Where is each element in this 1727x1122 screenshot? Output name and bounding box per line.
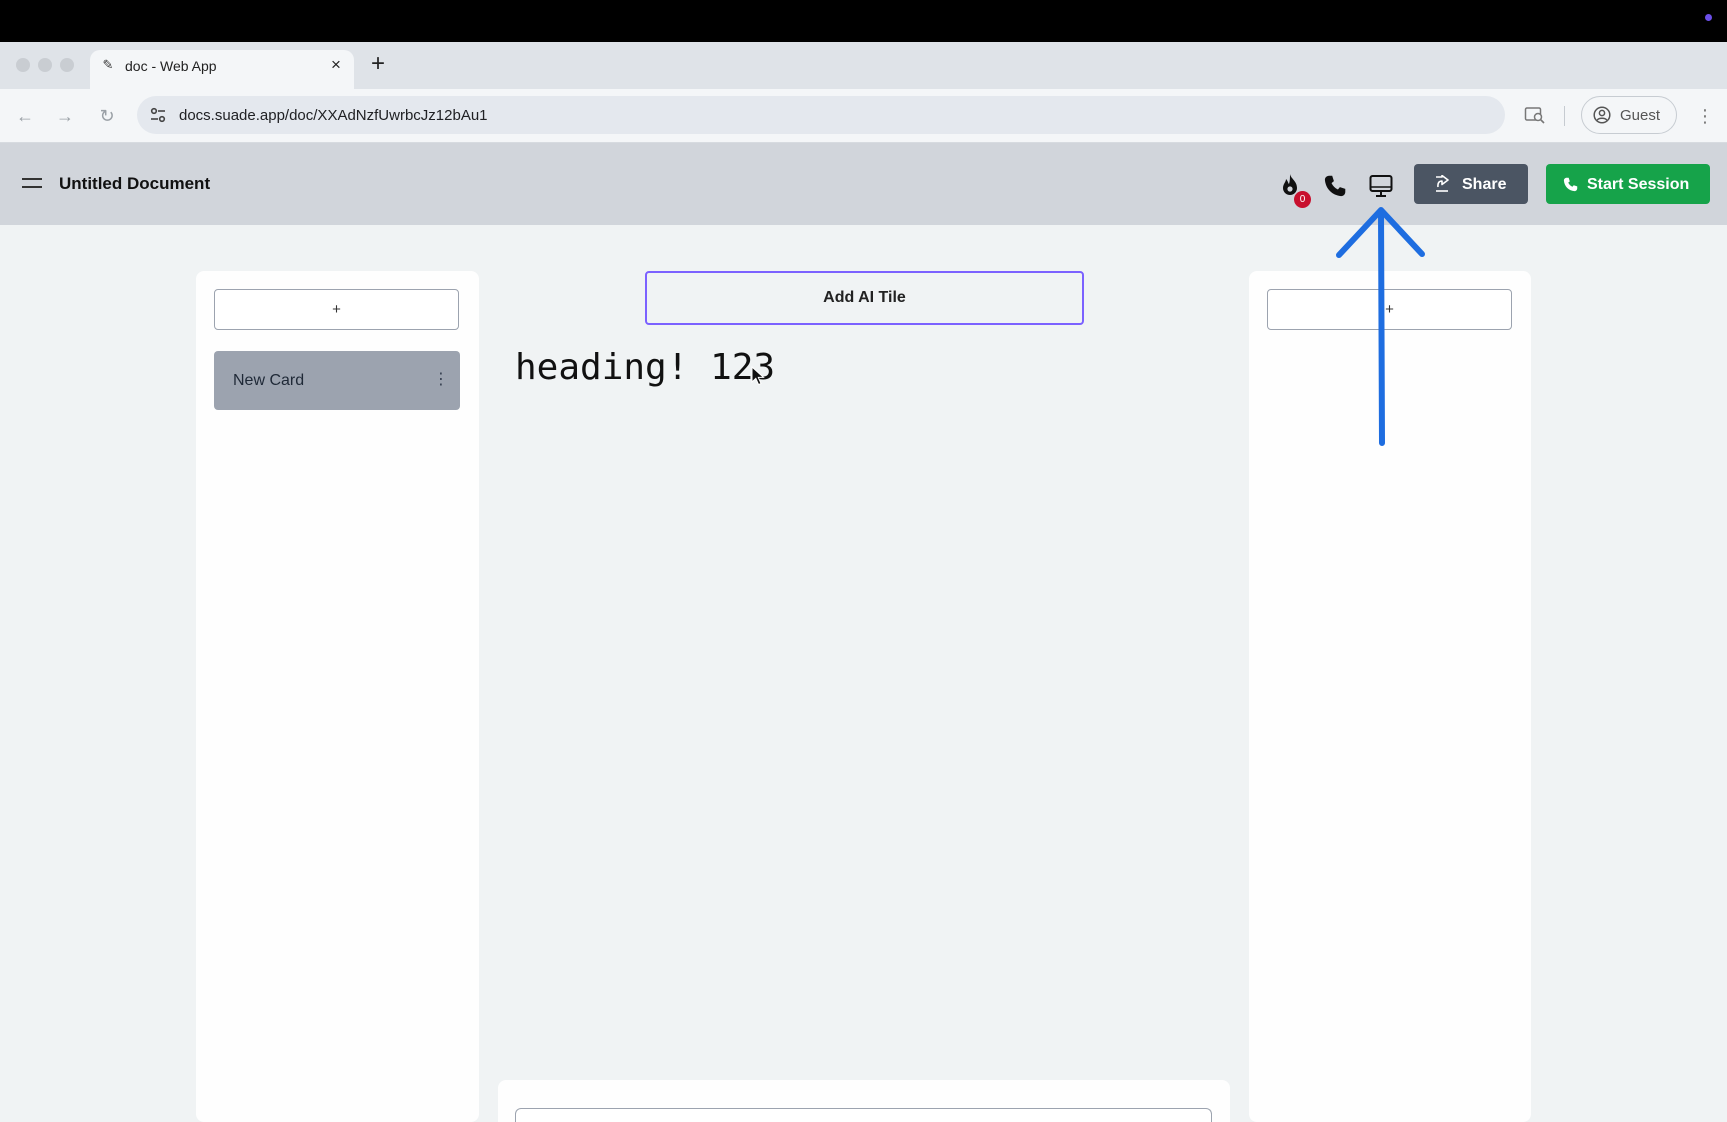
add-card-button-left[interactable]: + bbox=[214, 289, 459, 330]
phone-icon[interactable] bbox=[1322, 173, 1348, 199]
close-icon[interactable]: × bbox=[327, 56, 345, 74]
card-menu-icon[interactable]: ⋮ bbox=[433, 368, 449, 392]
account-icon bbox=[1593, 106, 1611, 124]
search-lens-icon[interactable] bbox=[1524, 105, 1546, 125]
start-session-label: Start Session bbox=[1587, 176, 1690, 193]
toolbar-divider bbox=[1564, 106, 1565, 126]
site-settings-icon[interactable] bbox=[148, 105, 168, 125]
streak-count-badge: 0 bbox=[1294, 191, 1311, 208]
url-text[interactable]: docs.suade.app/doc/XXAdNzfUwrbcJz12bAu1 bbox=[179, 107, 488, 125]
os-menu-bar bbox=[0, 0, 1727, 42]
window-close-button[interactable] bbox=[16, 58, 30, 72]
pen-icon: ✎ bbox=[102, 57, 114, 72]
tab-title: doc - Web App bbox=[125, 58, 217, 74]
share-button-label: Share bbox=[1462, 176, 1507, 193]
browser-menu-icon[interactable]: ⋮ bbox=[1696, 104, 1714, 128]
bottom-input-field[interactable] bbox=[515, 1108, 1212, 1122]
forward-button[interactable]: → bbox=[53, 104, 77, 128]
window-minimize-button[interactable] bbox=[38, 58, 52, 72]
phone-icon bbox=[1563, 177, 1578, 192]
window-zoom-button[interactable] bbox=[60, 58, 74, 72]
annotation-arrow-icon bbox=[1336, 207, 1425, 446]
document-title[interactable]: Untitled Document bbox=[59, 174, 210, 194]
back-button[interactable]: ← bbox=[13, 104, 37, 128]
profile-label: Guest bbox=[1620, 107, 1661, 124]
card-label: New Card bbox=[233, 372, 305, 389]
new-tab-button[interactable]: + bbox=[367, 52, 389, 76]
status-dot bbox=[1705, 14, 1712, 21]
mouse-cursor-icon bbox=[751, 366, 765, 386]
menu-icon[interactable] bbox=[21, 174, 43, 192]
reload-button[interactable]: ↻ bbox=[95, 104, 119, 128]
editor-heading[interactable]: heading! 123 bbox=[515, 346, 775, 390]
monitor-icon[interactable] bbox=[1368, 173, 1394, 199]
share-icon bbox=[1436, 175, 1449, 192]
add-ai-tile-button[interactable]: Add AI Tile bbox=[645, 271, 1084, 325]
